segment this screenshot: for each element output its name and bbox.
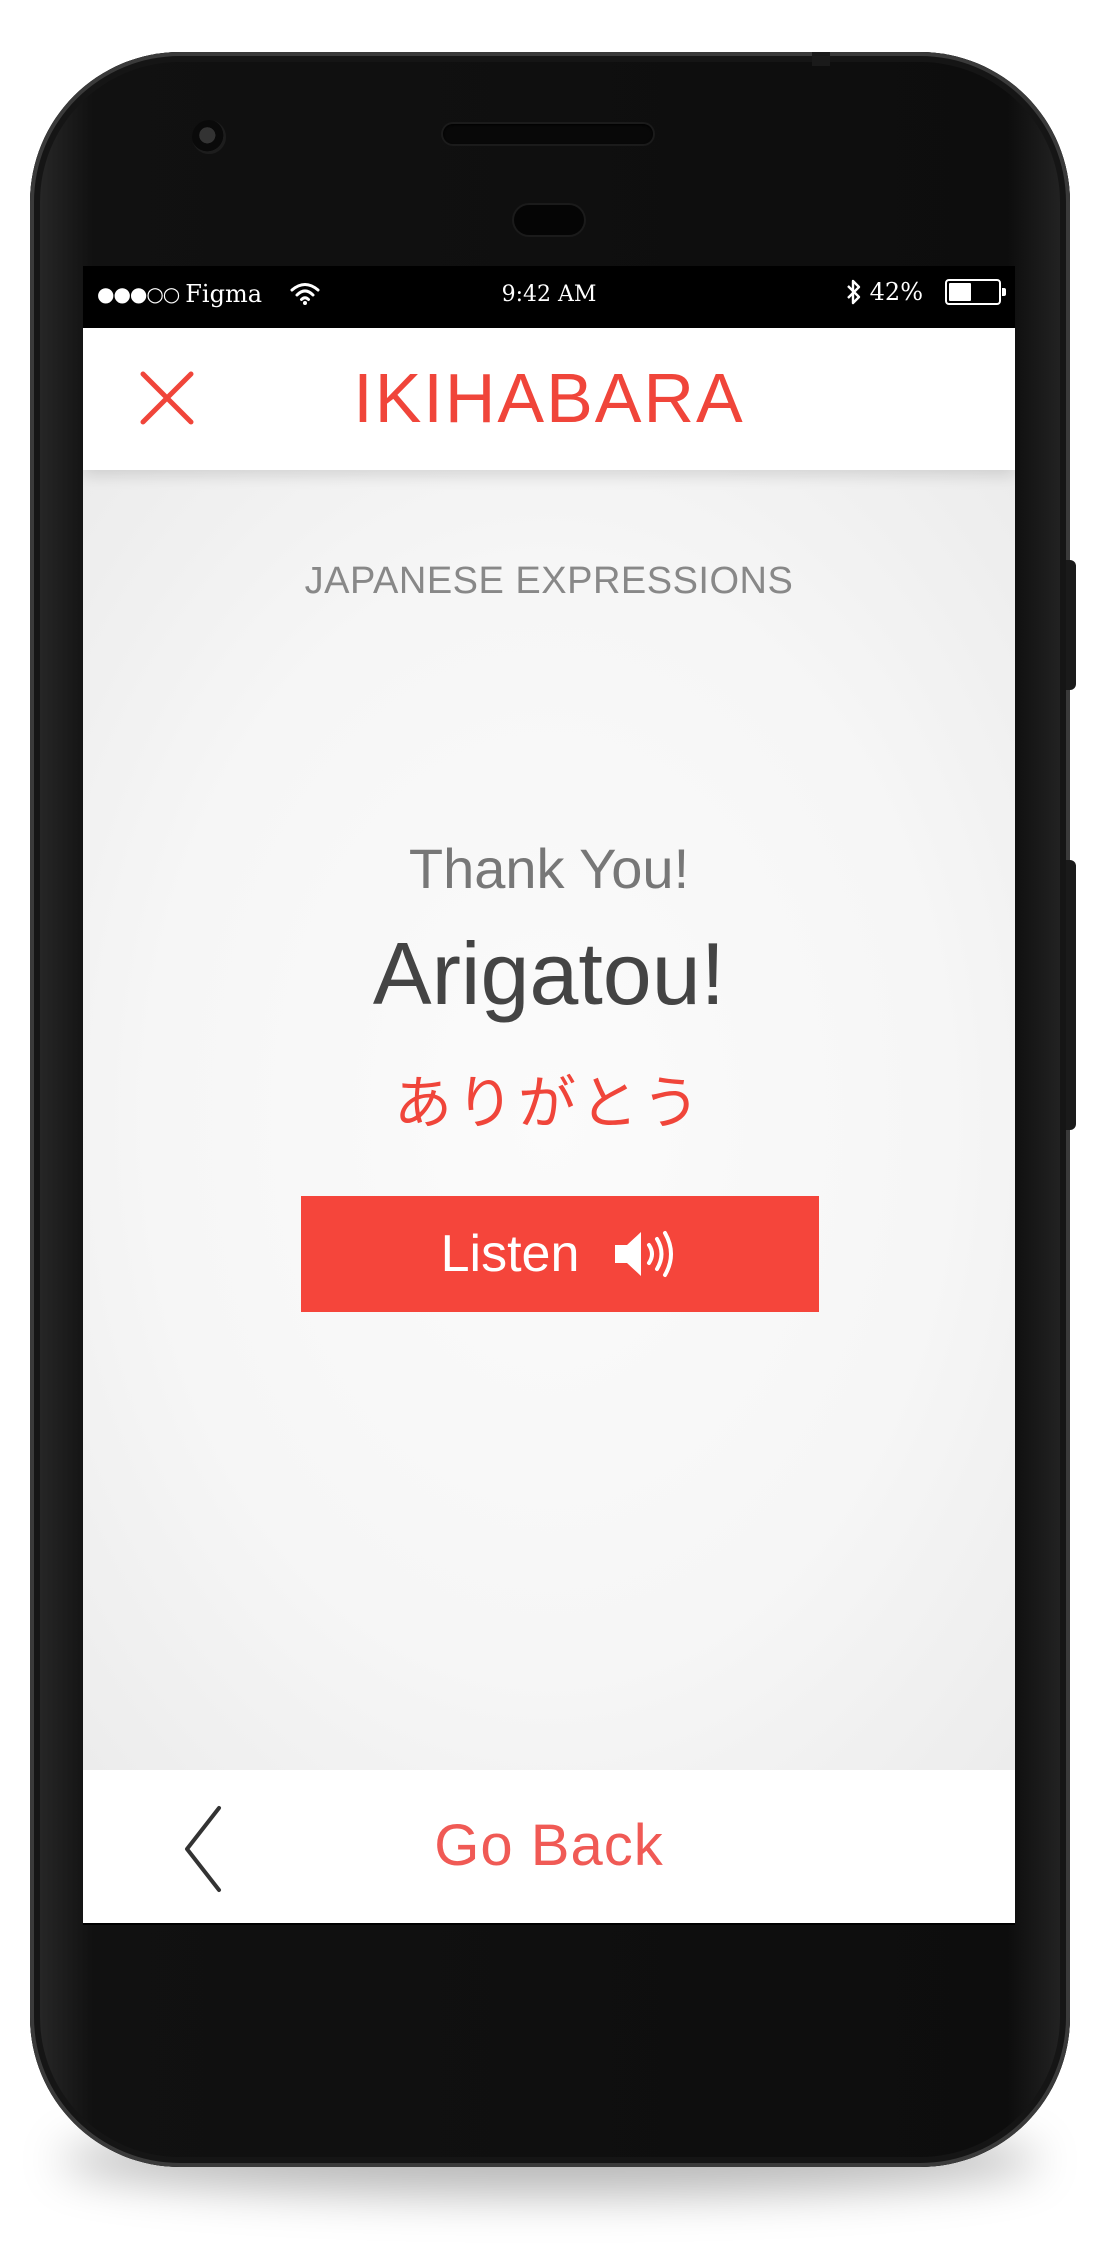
battery-level [949, 283, 971, 301]
front-camera [192, 120, 226, 154]
listen-label: Listen [440, 1225, 580, 1283]
bluetooth-icon [846, 279, 860, 305]
volume-button [1066, 560, 1076, 690]
phrase-japanese: ありがとう [393, 1069, 704, 1137]
category-label: JAPANESE EXPRESSIONS [304, 560, 794, 602]
app-title: IKIHABARA [353, 359, 745, 437]
listen-button[interactable]: Listen [301, 1196, 819, 1312]
phone-screen: ●●●○○ Figma 9:42 AM 42% IKIHABARA JAPANE… [83, 266, 1015, 1925]
battery-percent: 42% [869, 278, 923, 306]
go-back-button[interactable]: Go Back [83, 1812, 1015, 1879]
expression-card: JAPANESE EXPRESSIONS Thank You! Arigatou… [83, 470, 1015, 1770]
battery-tip [1002, 288, 1006, 296]
speaker-volume-icon [615, 1231, 674, 1277]
status-bar: ●●●○○ Figma 9:42 AM 42% [83, 266, 1015, 328]
bottom-bar: Go Back [83, 1770, 1015, 1923]
top-button [812, 52, 830, 66]
app-header: IKIHABARA [83, 328, 1015, 470]
phrase-romaji: Arigatou! [372, 924, 726, 1023]
phrase-english: Thank You! [408, 837, 690, 900]
status-right: 42% [846, 278, 1006, 306]
battery-icon [945, 279, 1006, 305]
power-button [1066, 860, 1076, 1130]
earpiece-speaker [443, 124, 653, 144]
proximity-sensor [514, 205, 584, 235]
